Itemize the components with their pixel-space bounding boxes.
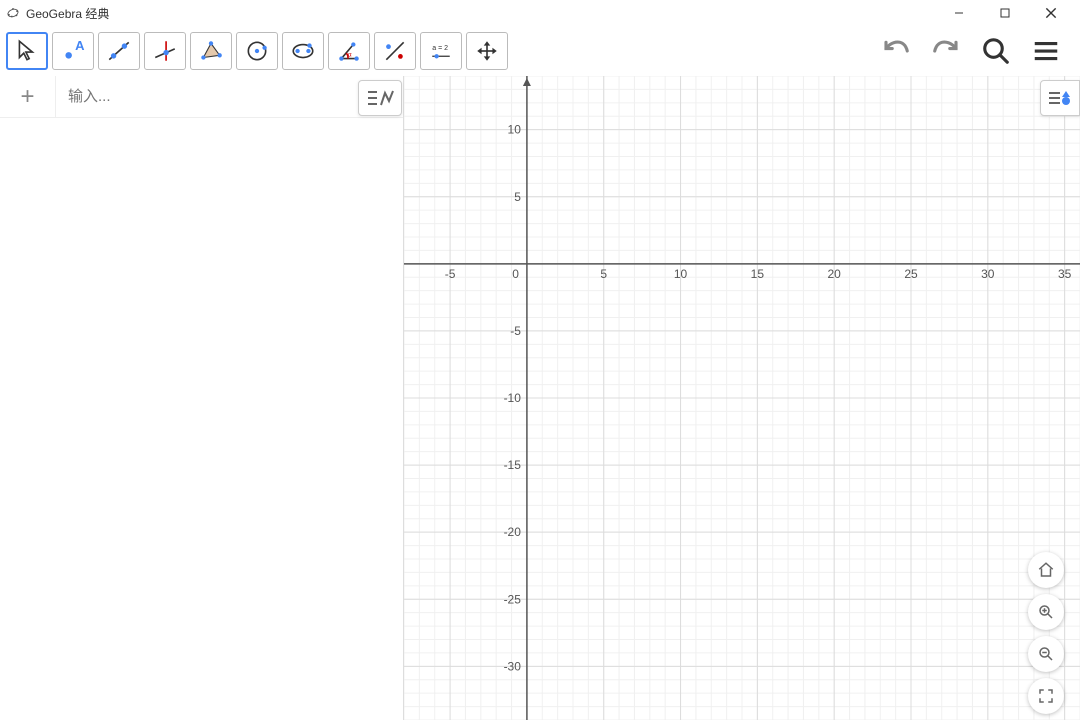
slider-tool-button[interactable]: a = 2 [420,32,462,70]
svg-text:-10: -10 [504,391,522,405]
move-tool-button[interactable] [6,32,48,70]
polygon-icon [197,38,225,64]
cursor-icon [13,38,41,64]
line-icon [105,38,133,64]
reflect-icon [381,38,409,64]
svg-text:20: 20 [828,267,842,281]
svg-text:-15: -15 [504,458,522,472]
style-icon [1046,87,1074,109]
right-toolbar [876,31,1074,71]
undo-icon [881,36,911,66]
svg-text:-30: -30 [504,659,522,673]
reflect-tool-button[interactable] [374,32,416,70]
titlebar: GeoGebra 经典 [0,0,1080,26]
svg-text:10: 10 [674,267,688,281]
zoom-out-icon [1037,645,1055,663]
close-button[interactable] [1028,0,1074,26]
menu-button[interactable] [1026,31,1066,71]
move-arrows-icon [473,38,501,64]
polygon-tool-button[interactable] [190,32,232,70]
svg-text:35: 35 [1058,267,1072,281]
minimize-button[interactable] [936,0,982,26]
search-icon [981,36,1011,66]
slider-icon: a = 2 [427,38,455,64]
svg-text:5: 5 [514,190,521,204]
circle-icon [243,38,271,64]
list-graph-icon [365,87,395,109]
algebra-input[interactable] [56,77,403,117]
app-title-text: GeoGebra 经典 [26,5,109,22]
svg-text:5: 5 [600,267,607,281]
add-button[interactable]: + [0,76,56,118]
point-tool-button[interactable]: A [52,32,94,70]
home-icon [1037,561,1055,579]
toggle-panel-button[interactable] [358,80,402,116]
svg-text:-20: -20 [504,525,522,539]
toolbar: A α a = 2 [0,26,1080,76]
fullscreen-icon [1037,687,1055,705]
angle-tool-button[interactable]: α [328,32,370,70]
fullscreen-button[interactable] [1028,678,1064,714]
line-tool-button[interactable] [98,32,140,70]
graph-area[interactable]: -5 0 5 10 15 20 25 30 35 10 5 -5 -10 -15 -20 -25 -30 [404,76,1080,720]
window-controls [936,0,1074,26]
main-area: + -5 0 5 10 15 20 25 30 35 10 5 -5 -10 -15 -20 -25 -30 [0,76,1080,720]
point-icon: A [59,38,87,64]
view-controls [1028,552,1064,714]
zoom-out-button[interactable] [1028,636,1064,672]
ellipse-tool-button[interactable] [282,32,324,70]
hamburger-icon [1031,36,1061,66]
app-title: GeoGebra 经典 [6,5,109,22]
svg-text:15: 15 [751,267,765,281]
search-button[interactable] [976,31,1016,71]
undo-button[interactable] [876,31,916,71]
svg-text:-5: -5 [510,324,521,338]
svg-text:30: 30 [981,267,995,281]
style-bar-toggle[interactable] [1040,80,1080,116]
input-row: + [0,76,403,118]
svg-text:A: A [75,38,85,53]
zoom-in-button[interactable] [1028,594,1064,630]
svg-text:10: 10 [508,123,522,137]
svg-text:α: α [348,51,352,58]
redo-button[interactable] [926,31,966,71]
svg-text:-25: -25 [504,592,522,606]
svg-text:a = 2: a = 2 [432,45,448,52]
move-view-tool-button[interactable] [466,32,508,70]
algebra-panel: + [0,76,404,720]
circle-tool-button[interactable] [236,32,278,70]
angle-icon: α [335,38,363,64]
redo-icon [931,36,961,66]
svg-text:0: 0 [512,267,519,281]
perpendicular-icon [151,38,179,64]
svg-text:25: 25 [904,267,918,281]
perpendicular-tool-button[interactable] [144,32,186,70]
coordinate-plane: -5 0 5 10 15 20 25 30 35 10 5 -5 -10 -15 -20 -25 -30 [404,76,1080,720]
zoom-in-icon [1037,603,1055,621]
geogebra-icon [6,6,20,20]
maximize-button[interactable] [982,0,1028,26]
svg-text:-5: -5 [445,267,456,281]
home-view-button[interactable] [1028,552,1064,588]
ellipse-icon [289,38,317,64]
